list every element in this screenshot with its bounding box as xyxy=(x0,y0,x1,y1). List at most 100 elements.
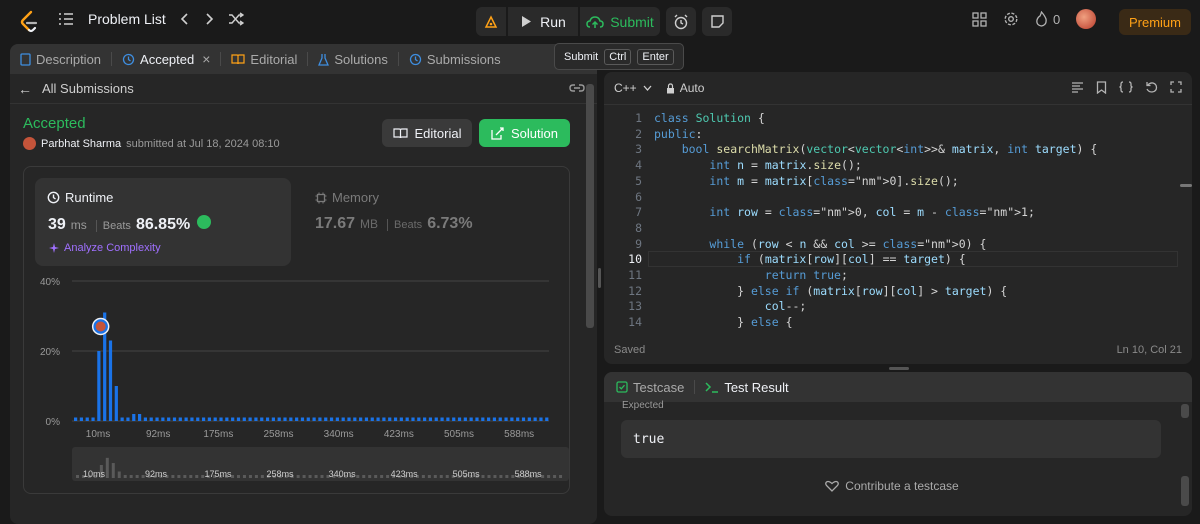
chevron-left-icon[interactable] xyxy=(180,12,190,26)
bar[interactable] xyxy=(510,417,514,422)
code-line[interactable]: bool searchMatrix(vector<vector<int>>& m… xyxy=(654,142,1098,156)
tab-submissions[interactable]: Submissions xyxy=(409,52,501,67)
bar[interactable] xyxy=(289,417,293,422)
format-icon[interactable] xyxy=(1071,81,1084,93)
bar[interactable] xyxy=(521,417,526,422)
bar[interactable] xyxy=(341,417,345,422)
code-line[interactable]: int row = class="nm">0, col = m - class=… xyxy=(654,205,1035,219)
vertical-resize-handle[interactable] xyxy=(598,268,601,288)
bar[interactable] xyxy=(457,417,462,422)
bar[interactable] xyxy=(417,417,421,422)
bar[interactable] xyxy=(260,417,264,422)
bar[interactable] xyxy=(382,417,386,422)
gear-icon[interactable] xyxy=(1003,11,1019,27)
editor-scrollbar[interactable] xyxy=(1180,184,1192,187)
bar[interactable] xyxy=(318,417,322,422)
bar[interactable] xyxy=(434,417,438,422)
bar[interactable] xyxy=(463,417,467,422)
run-button[interactable]: Run xyxy=(508,7,578,36)
problem-list-link[interactable]: Problem List xyxy=(88,11,166,27)
bar[interactable] xyxy=(132,414,136,421)
bar[interactable] xyxy=(225,417,229,422)
chevron-right-icon[interactable] xyxy=(204,12,214,26)
tab-testcase[interactable]: Testcase xyxy=(616,380,684,395)
bar[interactable] xyxy=(271,417,275,422)
bar[interactable] xyxy=(213,417,217,422)
bar[interactable] xyxy=(376,417,380,422)
bar[interactable] xyxy=(405,417,409,422)
bar[interactable] xyxy=(335,417,339,422)
bar[interactable] xyxy=(201,417,206,422)
streak-counter[interactable]: 0 xyxy=(1035,11,1060,27)
bar[interactable] xyxy=(516,417,520,422)
bar[interactable] xyxy=(172,417,177,422)
bar[interactable] xyxy=(178,417,182,422)
bar[interactable] xyxy=(248,417,252,422)
bookmark-icon[interactable] xyxy=(1096,81,1107,94)
bar[interactable] xyxy=(295,417,299,422)
bar[interactable] xyxy=(74,417,78,422)
timer-button[interactable] xyxy=(666,7,696,36)
code-line[interactable]: class Solution { xyxy=(654,111,765,125)
arrow-left-icon[interactable]: ← xyxy=(18,81,32,97)
code-line[interactable]: public: xyxy=(654,127,702,141)
leetcode-logo-icon[interactable] xyxy=(18,10,40,34)
premium-button[interactable]: Premium xyxy=(1119,9,1191,35)
editorial-button[interactable]: Editorial xyxy=(382,119,472,147)
bar[interactable] xyxy=(242,417,246,422)
bar[interactable] xyxy=(300,417,305,422)
bar[interactable] xyxy=(504,417,508,422)
bar[interactable] xyxy=(184,417,188,422)
bar[interactable] xyxy=(324,417,328,422)
bar[interactable] xyxy=(79,417,84,422)
bar[interactable] xyxy=(440,417,444,422)
close-icon[interactable]: × xyxy=(202,51,210,67)
runtime-panel[interactable]: Runtime 39 ms Beats 86.85% Analyze Compl… xyxy=(35,178,291,266)
horizontal-resize-handle[interactable] xyxy=(889,367,909,370)
bar[interactable] xyxy=(487,417,491,422)
bar[interactable] xyxy=(481,417,485,422)
bar[interactable] xyxy=(370,417,374,422)
notes-button[interactable] xyxy=(702,7,732,36)
code-area[interactable]: 1 class Solution {2 public: 3 bool searchMa… xyxy=(604,108,1192,329)
bar[interactable] xyxy=(91,417,95,422)
bar[interactable] xyxy=(126,417,130,422)
code-line[interactable]: } else { xyxy=(654,315,792,329)
bar[interactable] xyxy=(277,417,281,422)
analyze-complexity-link[interactable]: Analyze Complexity xyxy=(48,242,161,254)
fullscreen-icon[interactable] xyxy=(1170,81,1182,93)
bar[interactable] xyxy=(539,417,543,422)
bar[interactable] xyxy=(167,417,171,422)
bar[interactable] xyxy=(347,417,351,422)
bar[interactable] xyxy=(265,417,270,422)
bar[interactable] xyxy=(231,417,235,422)
bar[interactable] xyxy=(359,417,363,422)
bar[interactable] xyxy=(312,417,316,422)
bar[interactable] xyxy=(143,417,148,422)
memory-panel[interactable]: Memory 17.67 MB Beats 6.73% xyxy=(315,178,545,266)
bar[interactable] xyxy=(446,417,450,422)
bar[interactable] xyxy=(108,340,113,422)
bar[interactable] xyxy=(329,417,334,422)
tab-description[interactable]: Description xyxy=(20,52,101,67)
layout-icon[interactable] xyxy=(972,11,987,27)
code-line[interactable]: col--; xyxy=(654,299,807,313)
bar[interactable] xyxy=(236,417,241,422)
tab-editorial[interactable]: Editorial xyxy=(231,52,297,67)
bar[interactable] xyxy=(475,417,479,422)
tab-solutions[interactable]: Solutions xyxy=(318,52,388,67)
user-name[interactable]: Parbhat Sharma xyxy=(41,138,121,150)
left-scrollbar[interactable] xyxy=(586,84,594,328)
contribute-testcase-link[interactable]: Contribute a testcase xyxy=(604,479,1180,493)
bar[interactable] xyxy=(533,417,537,422)
reset-icon[interactable] xyxy=(1145,81,1158,94)
submit-button[interactable]: Submit xyxy=(580,7,660,36)
bar[interactable] xyxy=(393,417,398,422)
test-panel-scrollbar[interactable] xyxy=(1181,404,1189,418)
braces-icon[interactable] xyxy=(1119,81,1133,93)
code-line[interactable]: return true; xyxy=(654,268,848,282)
debug-button[interactable] xyxy=(476,7,506,36)
bar[interactable] xyxy=(85,417,89,422)
bar[interactable] xyxy=(306,417,310,422)
bar[interactable] xyxy=(452,417,456,422)
